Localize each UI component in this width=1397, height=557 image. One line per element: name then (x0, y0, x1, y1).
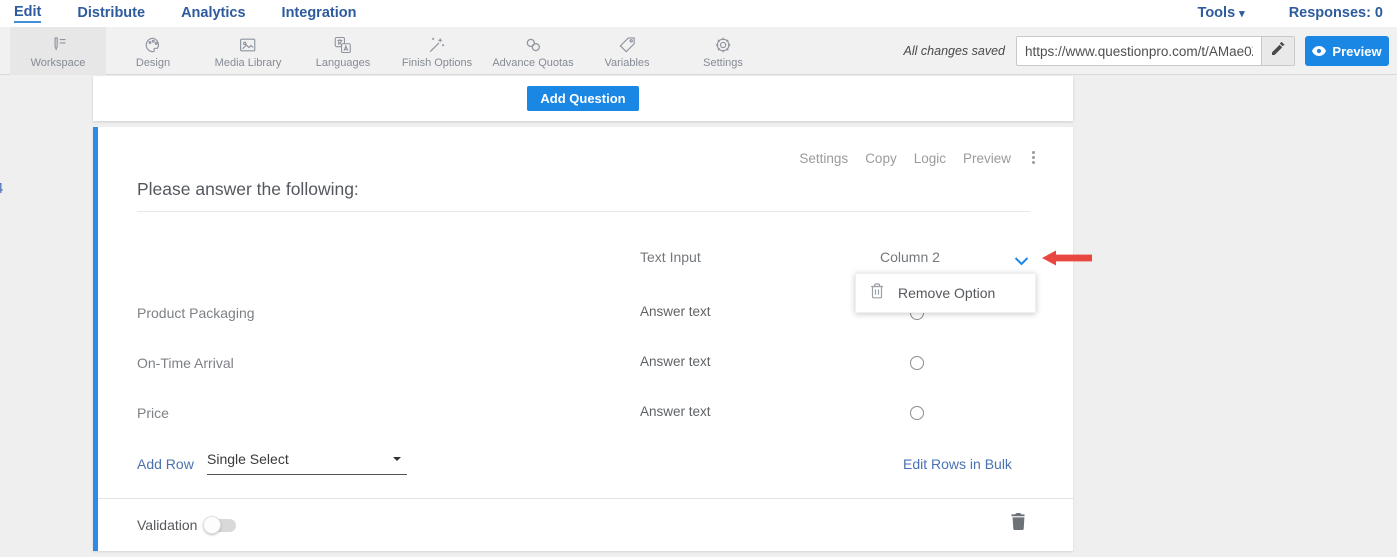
question-actions: Settings Copy Logic Preview (799, 151, 1011, 166)
gear-icon (712, 34, 734, 56)
dropdown-triangle-icon (393, 457, 401, 461)
preview-button[interactable]: Preview (1305, 36, 1389, 66)
title-divider (137, 211, 1030, 212)
chevron-down-icon: ▾ (1239, 8, 1245, 20)
row-label[interactable]: Price (137, 405, 169, 421)
trash-icon (870, 283, 884, 304)
toolbar-item-media-library[interactable]: Media Library (207, 27, 290, 75)
magic-wand-icon (426, 34, 448, 56)
annotation-arrow-icon (1042, 250, 1094, 271)
column-chevron-down-icon[interactable] (1014, 253, 1029, 271)
toolbar-item-languages[interactable]: Languages (308, 27, 378, 75)
workspace-icon (47, 34, 69, 56)
pencil-icon (1272, 42, 1285, 60)
tools-menu[interactable]: Tools ▾ (1198, 5, 1245, 22)
toggle-knob (203, 516, 221, 534)
save-status-text: All changes saved (904, 27, 1005, 75)
nav-tab-edit[interactable]: Edit (14, 4, 41, 23)
top-nav-right: Tools ▾ Responses: 0 (1198, 0, 1383, 27)
add-row-button[interactable]: Add Row (137, 456, 194, 472)
row-type-select[interactable]: Single Select (207, 451, 407, 475)
edit-rows-in-bulk-link[interactable]: Edit Rows in Bulk (903, 456, 1012, 472)
footer-divider (98, 498, 1073, 499)
nav-tab-integration[interactable]: Integration (282, 5, 357, 22)
add-question-bar: Add Question (93, 76, 1073, 121)
radio-button[interactable] (910, 406, 924, 420)
nav-tab-distribute[interactable]: Distribute (77, 5, 145, 22)
edit-toolbar: Workspace Design Media Library Languages… (0, 27, 1397, 75)
question-preview-link[interactable]: Preview (963, 151, 1011, 166)
tag-icon (616, 34, 638, 56)
eye-icon (1312, 44, 1326, 59)
chain-link-icon (522, 34, 544, 56)
delete-question-icon[interactable] (1011, 513, 1026, 535)
column-header-column2[interactable]: Column 2 (880, 249, 940, 265)
answer-text-input[interactable] (640, 304, 790, 319)
validation-label: Validation (137, 517, 197, 533)
translate-icon (332, 34, 354, 56)
question-number: 4 (0, 180, 3, 197)
toolbar-item-variables[interactable]: Variables (596, 27, 657, 75)
palette-icon (142, 34, 164, 56)
toolbar-item-design[interactable]: Design (128, 27, 178, 75)
nav-tab-analytics[interactable]: Analytics (181, 5, 245, 22)
responses-count[interactable]: Responses: 0 (1289, 5, 1383, 22)
question-card: Settings Copy Logic Preview Please answe… (93, 127, 1073, 551)
toolbar-item-workspace[interactable]: Workspace (10, 27, 106, 75)
row-label[interactable]: On-Time Arrival (137, 355, 234, 371)
question-logic-link[interactable]: Logic (914, 151, 946, 166)
radio-button[interactable] (910, 356, 924, 370)
image-icon (237, 34, 259, 56)
row-label[interactable]: Product Packaging (137, 305, 255, 321)
answer-text-input[interactable] (640, 404, 790, 419)
top-nav-links: Edit Distribute Analytics Integration (14, 0, 356, 27)
remove-option-menu-item[interactable]: Remove Option (898, 285, 995, 301)
question-copy-link[interactable]: Copy (865, 151, 897, 166)
toolbar-item-finish-options[interactable]: Finish Options (394, 27, 480, 75)
more-options-icon[interactable] (1030, 149, 1037, 166)
column-header-text-input[interactable]: Text Input (640, 249, 701, 265)
validation-toggle[interactable] (205, 519, 236, 532)
survey-url-input[interactable] (1017, 37, 1261, 65)
toolbar-item-settings[interactable]: Settings (695, 27, 751, 75)
add-question-button[interactable]: Add Question (527, 86, 638, 111)
question-settings-link[interactable]: Settings (799, 151, 848, 166)
column-options-menu: Remove Option (855, 273, 1036, 313)
survey-url-box (1016, 36, 1295, 66)
answer-text-input[interactable] (640, 354, 790, 369)
edit-url-button[interactable] (1261, 37, 1294, 65)
question-title[interactable]: Please answer the following: (137, 179, 359, 200)
toolbar-item-advance-quotas[interactable]: Advance Quotas (484, 27, 581, 75)
top-nav-bar: Edit Distribute Analytics Integration To… (0, 0, 1397, 27)
